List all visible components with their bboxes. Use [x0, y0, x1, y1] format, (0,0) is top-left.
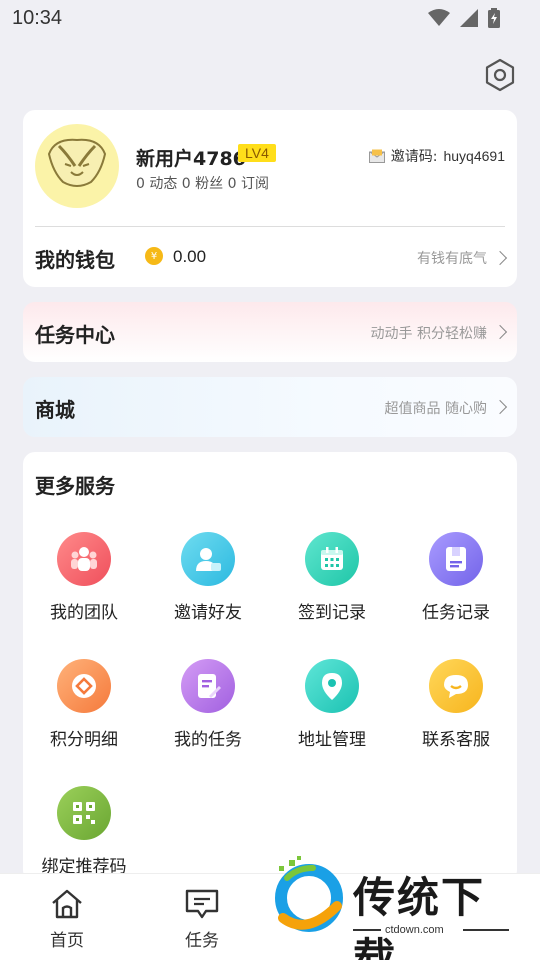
invite-label: 邀请码:: [390, 149, 438, 165]
service-my-task[interactable]: 我的任务: [153, 659, 263, 750]
chevron-right-icon: [492, 399, 508, 415]
home-icon: [52, 889, 82, 919]
location-pin-icon: [305, 659, 359, 713]
watermark: 传统下载 ctdown.com: [265, 850, 525, 960]
checkin-calendar-icon: [305, 532, 359, 586]
service-my-team[interactable]: 我的团队: [29, 532, 139, 623]
service-invite-friend[interactable]: 邀请好友: [153, 532, 263, 623]
username: 新用户4786: [136, 148, 246, 170]
mall-title: 商城: [35, 398, 75, 422]
profile-card: 新用户4786 LV4 0 动态 0 粉丝 0 订阅 邀请码: huyq4691…: [23, 110, 517, 287]
service-label: 我的任务: [174, 730, 242, 750]
invite-code[interactable]: 邀请码: huyq4691: [368, 146, 505, 166]
service-task-record[interactable]: 任务记录: [401, 532, 511, 623]
service-customer-support[interactable]: 联系客服: [401, 659, 511, 750]
hexagon-settings-icon: [485, 58, 515, 92]
service-label: 地址管理: [298, 730, 366, 750]
service-label: 邀请好友: [174, 603, 242, 623]
watermark-line: [463, 929, 509, 931]
hamster-avatar-icon: [47, 138, 107, 187]
user-stats: 0 动态 0 粉丝 0 订阅: [136, 176, 269, 192]
service-bind-referral[interactable]: 绑定推荐码: [29, 786, 139, 877]
status-time: 10:34: [12, 7, 63, 29]
team-icon: [57, 532, 111, 586]
services-card: 更多服务 我的团队 邀请好友 签到记录 任务记录 积分明细 我的任务 地址管理 …: [23, 452, 517, 882]
my-task-icon: [181, 659, 235, 713]
qr-code-icon: [57, 786, 111, 840]
task-record-icon: [429, 532, 483, 586]
service-label: 我的团队: [50, 603, 118, 623]
invite-code-value: huyq4691: [443, 148, 505, 164]
service-label: 签到记录: [298, 603, 366, 623]
wallet-title[interactable]: 我的钱包: [35, 244, 115, 273]
tab-home[interactable]: 首页: [27, 888, 107, 951]
battery-icon: [488, 8, 500, 28]
services-title: 更多服务: [35, 474, 115, 498]
status-icons: [428, 8, 500, 28]
status-bar: 10:34: [0, 0, 540, 38]
coin-icon: ¥: [145, 247, 163, 265]
signal-icon: [460, 9, 478, 27]
watermark-sub: ctdown.com: [385, 924, 444, 936]
service-label: 任务记录: [422, 603, 490, 623]
task-center-row[interactable]: 任务中心 动动手 积分轻松赚: [23, 302, 517, 362]
task-center-hint: 动动手 积分轻松赚: [370, 326, 487, 342]
service-label: 积分明细: [50, 730, 118, 750]
avatar[interactable]: [35, 124, 119, 208]
watermark-logo-icon: [275, 856, 343, 932]
mall-row[interactable]: 商城 超值商品 随心购: [23, 377, 517, 437]
points-detail-icon: [57, 659, 111, 713]
chevron-right-icon: [492, 324, 508, 340]
chat-bubble-icon: [429, 659, 483, 713]
message-icon: [185, 889, 219, 919]
service-label: 联系客服: [422, 730, 490, 750]
level-badge: LV4: [238, 144, 276, 162]
envelope-icon: [368, 149, 385, 163]
service-points-detail[interactable]: 积分明细: [29, 659, 139, 750]
watermark-line: [353, 929, 381, 931]
tab-label: 任务: [185, 931, 219, 951]
wallet-hint[interactable]: 有钱有底气: [417, 248, 487, 268]
service-address[interactable]: 地址管理: [277, 659, 387, 750]
mall-hint: 超值商品 随心购: [384, 401, 487, 417]
service-checkin-record[interactable]: 签到记录: [277, 532, 387, 623]
settings-button[interactable]: [482, 57, 518, 93]
task-center-title: 任务中心: [35, 323, 115, 347]
divider: [35, 226, 505, 227]
chevron-right-icon[interactable]: [492, 250, 508, 266]
wallet-amount: 0.00: [173, 247, 207, 266]
watermark-title: 传统下载: [353, 873, 486, 960]
invite-friend-icon: [181, 532, 235, 586]
wifi-icon: [428, 9, 450, 26]
tab-task[interactable]: 任务: [162, 888, 242, 951]
tab-label: 首页: [50, 931, 84, 951]
